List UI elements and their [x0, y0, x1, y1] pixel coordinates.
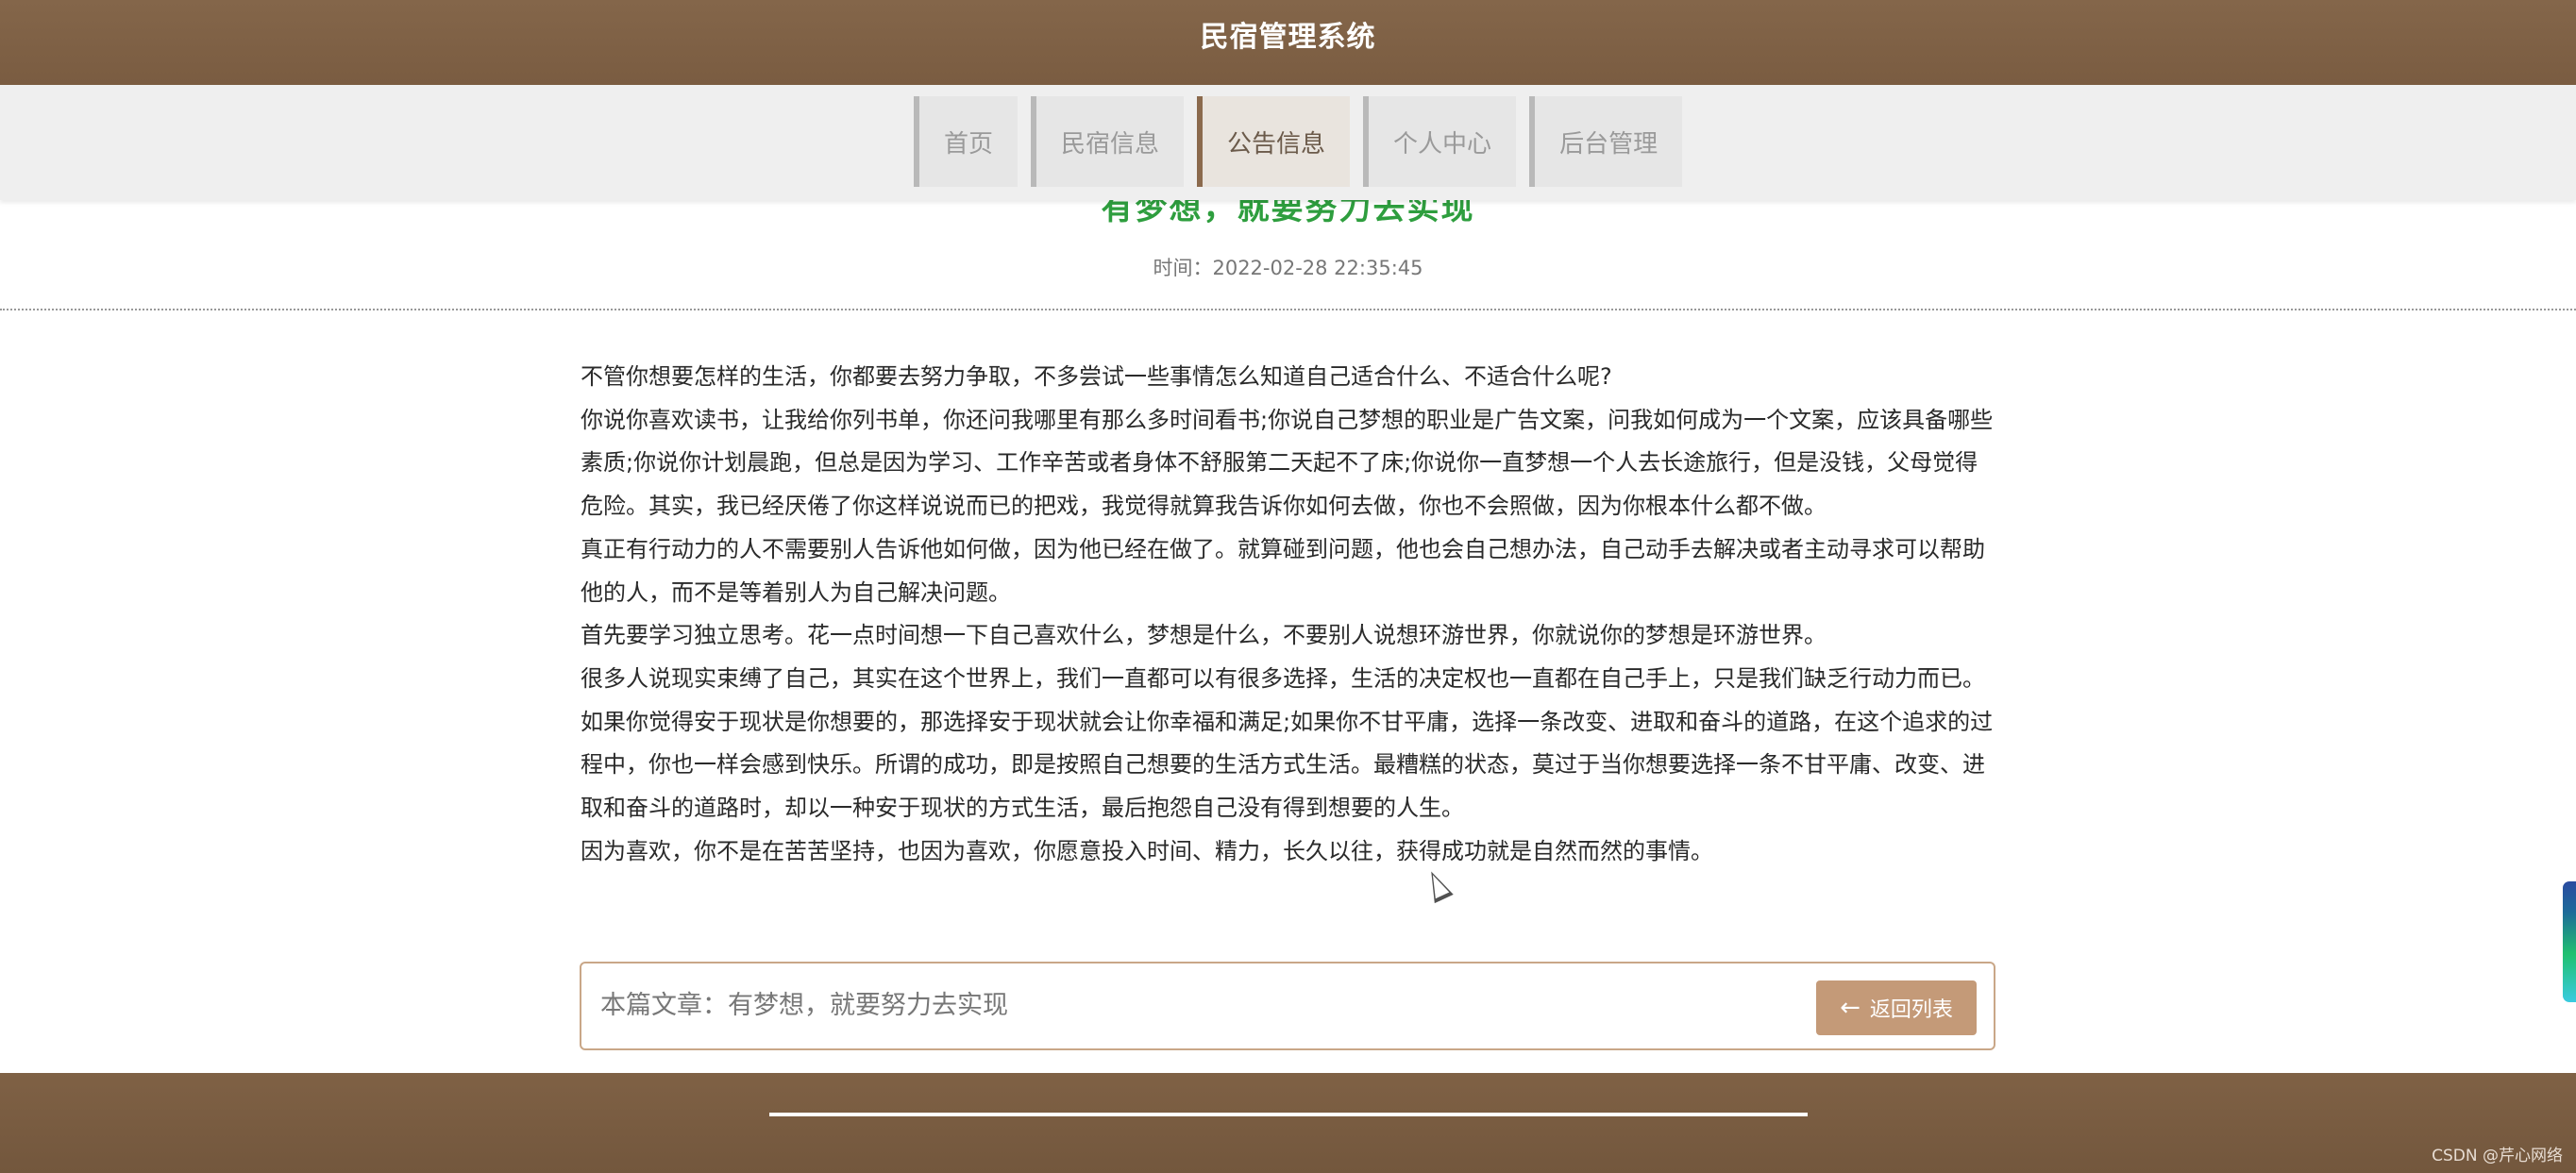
nav-item-home[interactable]: 首页: [914, 96, 1019, 187]
back-to-list-button[interactable]: ← 返回列表: [1816, 980, 1977, 1035]
article-paragraph: 真正有行动力的人不需要别人告诉他如何做，因为他已经在做了。就算碰到问题，他也会自…: [581, 535, 1985, 606]
nav-item-homestay-info[interactable]: 民宿信息: [1031, 96, 1185, 187]
top-header: 民宿管理系统: [0, 0, 2576, 85]
nav-item-personal-center[interactable]: 个人中心: [1363, 96, 1517, 187]
article-paragraph: 你说你喜欢读书，让我给你列书单，你还问我哪里有那么多时间看书;你说自己梦想的职业…: [581, 406, 1994, 520]
current-article-label: 本篇文章：有梦想，就要努力去实现: [600, 991, 1008, 1020]
bottom-bar: CSDN @芹心网络: [0, 1073, 2576, 1173]
title-divider: [0, 309, 2576, 310]
nav-items: 首页 民宿信息 公告信息 个人中心 后台管理: [914, 96, 1683, 187]
article-paragraph: 首先要学习独立思考。花一点时间想一下自己喜欢什么，梦想是什么，不要别人说想环游世…: [581, 622, 1827, 649]
arrow-left-icon: ←: [1840, 994, 1860, 1022]
nav-item-announcements[interactable]: 公告信息: [1197, 96, 1351, 187]
scroll-indicator[interactable]: [2563, 881, 2576, 1002]
nav-item-admin[interactable]: 后台管理: [1529, 96, 1683, 187]
main-nav: 首页 民宿信息 公告信息 个人中心 后台管理: [0, 85, 2576, 200]
watermark: CSDN @芹心网络: [2432, 1147, 2563, 1165]
article-content: 不管你想要怎样的生活，你都要去努力争取，不多尝试一些事情怎么知道自己适合什么、不…: [581, 356, 1996, 873]
article-time: 时间：2022-02-28 22:35:45: [1153, 257, 1423, 279]
back-to-list-label: 返回列表: [1869, 998, 1953, 1022]
article-paragraph: 不管你想要怎样的生活，你都要去努力争取，不多尝试一些事情怎么知道自己适合什么、不…: [581, 363, 1612, 390]
site-title: 民宿管理系统: [1200, 21, 1376, 54]
bottom-divider-line: [769, 1113, 1808, 1116]
article-footer-box: 本篇文章：有梦想，就要努力去实现 ← 返回列表: [580, 962, 1995, 1050]
article-paragraph: 因为喜欢，你不是在苦苦坚持，也因为喜欢，你愿意投入时间、精力，长久以往，获得成功…: [581, 837, 1713, 864]
article-paragraph: 如果你觉得安于现状是你想要的，那选择安于现状就会让你幸福和满足;如果你不甘平庸，…: [581, 708, 1994, 822]
article-paragraph: 很多人说现实束缚了自己，其实在这个世界上，我们一直都可以有很多选择，生活的决定权…: [581, 664, 1985, 692]
